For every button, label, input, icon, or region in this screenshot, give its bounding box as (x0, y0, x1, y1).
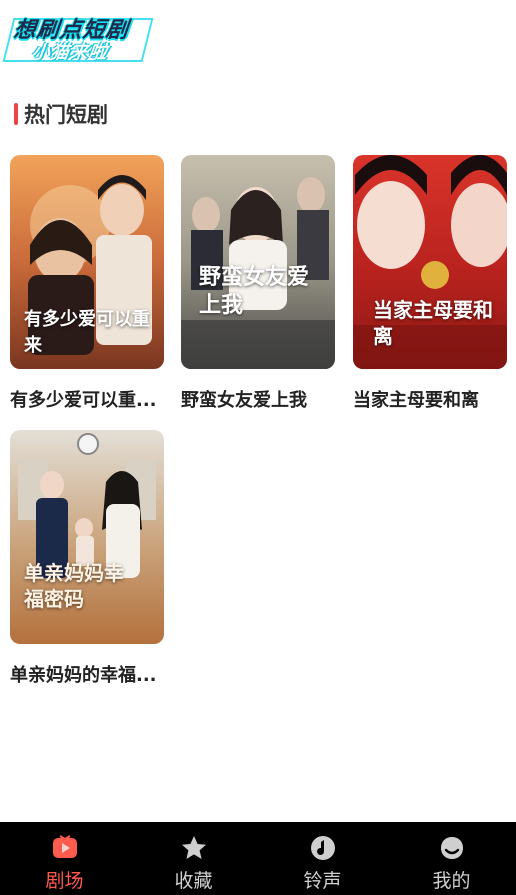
tab-label: 铃声 (303, 870, 342, 892)
drama-card[interactable]: 野蛮女友爱上我 野蛮女友爱上我 (181, 155, 335, 412)
tab-label: 我的 (432, 870, 471, 892)
bottom-tab-bar: 剧场 收藏 铃声 我的 (0, 822, 516, 895)
drama-title[interactable]: 野蛮女友爱上我 (181, 386, 335, 412)
star-icon (181, 836, 206, 859)
drama-card[interactable]: 有多少爱可以重来 有多少爱可以重... (10, 155, 164, 412)
app-logo: 想刷点短剧 小猫来啦 (2, 8, 158, 68)
section-accent-bar (14, 103, 18, 125)
drama-title[interactable]: 当家主母要和离 (353, 386, 507, 412)
tv-icon (52, 835, 77, 858)
drama-title[interactable]: 有多少爱可以重... (10, 386, 164, 412)
music-icon (310, 836, 335, 860)
tab-ringtones[interactable]: 铃声 (258, 822, 387, 895)
drama-poster[interactable]: 有多少爱可以重来 (10, 155, 164, 369)
poster-image (181, 155, 335, 369)
poster-title-overlay: 有多少爱可以重来 (24, 309, 150, 356)
section-header: 热门短剧 (14, 100, 108, 128)
tab-favorites[interactable]: 收藏 (129, 822, 258, 895)
tab-theater[interactable]: 剧场 (0, 822, 129, 895)
poster-title-overlay: 当家主母要和离 (373, 298, 493, 348)
tab-profile[interactable]: 我的 (387, 822, 516, 895)
tab-label: 剧场 (45, 870, 84, 892)
drama-poster[interactable]: 野蛮女友爱上我 (181, 155, 335, 369)
section-title: 热门短剧 (24, 103, 108, 127)
drama-card[interactable]: 单亲妈妈幸福密码 单亲妈妈的幸福... (10, 430, 164, 687)
poster-title-overlay: 单亲妈妈幸福密码 (24, 561, 124, 611)
drama-title[interactable]: 单亲妈妈的幸福... (10, 661, 164, 687)
poster-title-overlay: 野蛮女友爱上我 (199, 264, 310, 318)
drama-card[interactable]: 当家主母要和离 当家主母要和离 (353, 155, 507, 412)
drama-poster[interactable]: 单亲妈妈幸福密码 (10, 430, 164, 644)
drama-poster[interactable]: 当家主母要和离 (353, 155, 507, 369)
profile-icon (440, 837, 463, 859)
logo-line-2: 小猫来啦 (30, 42, 110, 63)
tab-label: 收藏 (174, 870, 213, 892)
